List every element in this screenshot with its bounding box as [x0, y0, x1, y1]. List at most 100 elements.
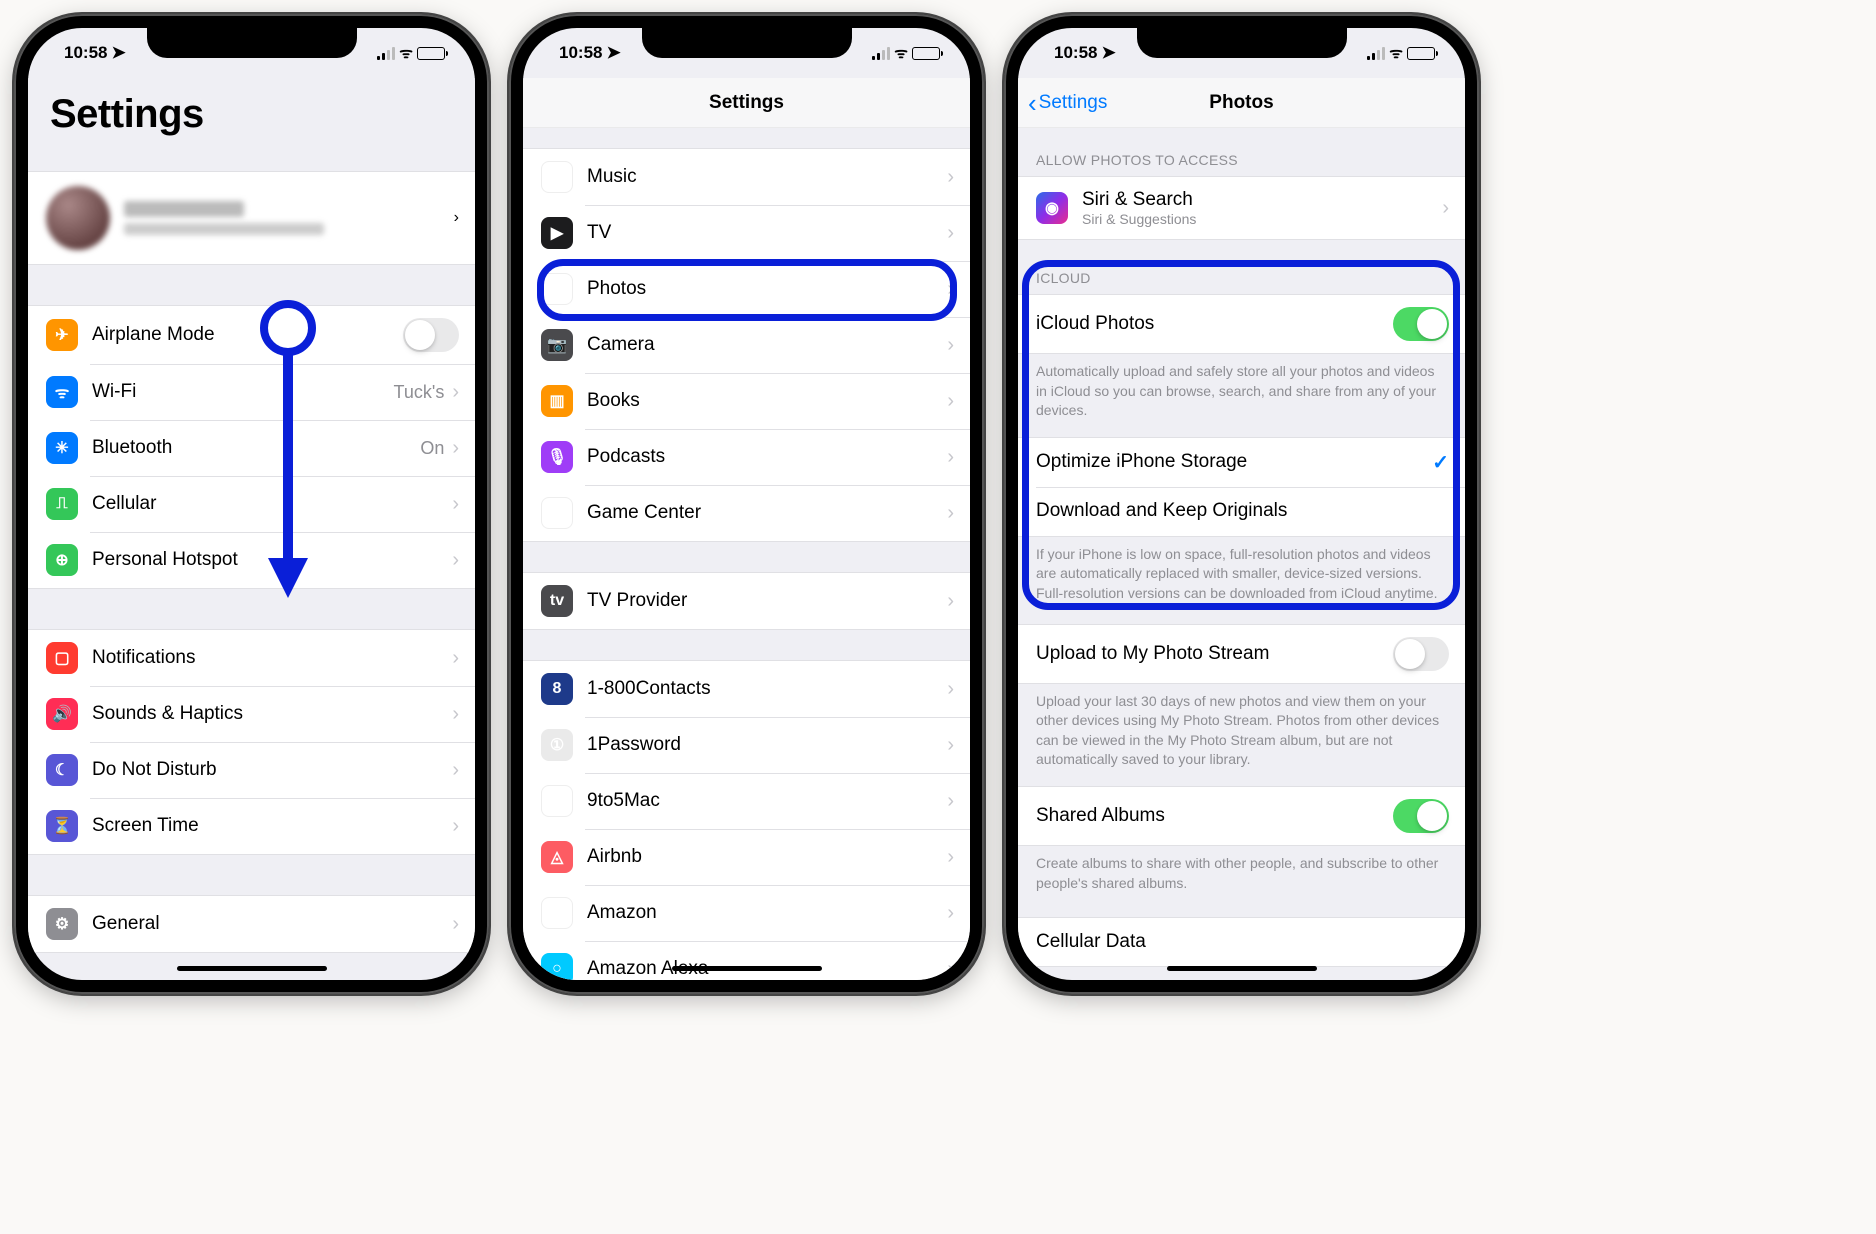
settings-row-podcasts[interactable]: 🎙Podcasts›: [523, 429, 970, 485]
music-icon: ♫: [541, 161, 573, 193]
podcasts-icon: 🎙: [541, 441, 573, 473]
shared-albums-toggle[interactable]: [1393, 799, 1449, 833]
nav-title: Photos: [1209, 92, 1273, 114]
row-label: Podcasts: [587, 446, 947, 468]
settings-row-books[interactable]: ▥Books›: [523, 373, 970, 429]
settings-row-screen-time[interactable]: ⏳Screen Time›: [28, 798, 475, 855]
chevron-right-icon: ›: [452, 815, 459, 838]
settings-row-game-center[interactable]: ◑ Game Center›: [523, 485, 970, 542]
shared-albums-cell[interactable]: Shared Albums: [1018, 786, 1465, 846]
row-label: TV Provider: [587, 590, 947, 612]
game-center-icon: ◑: [541, 497, 573, 529]
cellular-data-cell[interactable]: Cellular Data: [1018, 917, 1465, 967]
settings-row-do-not-disturb[interactable]: ☾Do Not Disturb›: [28, 742, 475, 798]
row-label: Personal Hotspot: [92, 549, 452, 571]
optimize-label: Optimize iPhone Storage: [1036, 451, 1432, 473]
screen-time-icon: ⏳: [46, 810, 78, 842]
large-title-area: Settings: [28, 78, 475, 141]
profile-name-blurred: [124, 201, 244, 217]
optimize-storage-cell[interactable]: Optimize iPhone Storage ✓: [1018, 437, 1465, 487]
siri-title: Siri & Search: [1082, 189, 1442, 211]
icloud-photos-toggle[interactable]: [1393, 307, 1449, 341]
group-header-icloud: ICLOUD: [1018, 240, 1465, 294]
storage-footer: If your iPhone is low on space, full-res…: [1018, 537, 1465, 614]
toggle[interactable]: [403, 318, 459, 352]
row-label: TV: [587, 222, 947, 244]
cellular-icon: ⎍: [46, 488, 78, 520]
general-icon: ⚙: [46, 908, 78, 940]
settings-row-photos[interactable]: ❀ Photos›: [523, 261, 970, 317]
profile-sub-blurred: [124, 223, 324, 235]
row-label: Music: [587, 166, 947, 188]
row-label: Photos: [587, 278, 947, 300]
wifi-icon: ᯤ: [399, 43, 413, 63]
settings-row-airbnb[interactable]: ◬Airbnb›: [523, 829, 970, 885]
download-originals-cell[interactable]: Download and Keep Originals: [1018, 487, 1465, 537]
chevron-right-icon: ›: [452, 437, 459, 460]
row-detail: On: [420, 438, 444, 459]
siri-search-cell[interactable]: ◉ Siri & Search Siri & Suggestions ›: [1018, 176, 1465, 240]
status-time: 10:58: [64, 43, 107, 63]
chevron-right-icon: ›: [947, 166, 954, 189]
chevron-right-icon: ›: [452, 703, 459, 726]
9to5mac-icon: ◔: [541, 785, 573, 817]
row-label: 9to5Mac: [587, 790, 947, 812]
location-icon: ➤: [606, 43, 620, 63]
home-indicator[interactable]: [672, 966, 822, 971]
icloud-photos-cell[interactable]: iCloud Photos: [1018, 294, 1465, 354]
apple-id-cell[interactable]: ›: [28, 171, 475, 265]
siri-subtitle: Siri & Suggestions: [1082, 211, 1442, 227]
settings-row-wi-fi[interactable]: ᯤWi-FiTuck's›: [28, 364, 475, 420]
chevron-right-icon: ›: [452, 493, 459, 516]
settings-row-sounds-haptics[interactable]: 🔊Sounds & Haptics›: [28, 686, 475, 742]
cellular-signal-icon: [872, 47, 890, 60]
chevron-right-icon: ›: [452, 647, 459, 670]
chevron-right-icon: ›: [947, 734, 954, 757]
location-icon: ➤: [1101, 43, 1115, 63]
notifications-icon: ▢: [46, 642, 78, 674]
row-label: Amazon: [587, 902, 947, 924]
cellular-signal-icon: [1367, 47, 1385, 60]
settings-row-amazon-alexa[interactable]: ○Amazon Alexa›: [523, 941, 970, 980]
phone-1: 10:58 ➤ ᯤ Settings › ✈Airplane ModeᯤWi-F…: [14, 14, 489, 994]
battery-icon: [912, 47, 940, 60]
settings-row-notifications[interactable]: ▢Notifications›: [28, 629, 475, 686]
chevron-right-icon: ›: [947, 334, 954, 357]
group-header-access: ALLOW PHOTOS TO ACCESS: [1018, 128, 1465, 176]
settings-row-9to5mac[interactable]: ◔9to5Mac›: [523, 773, 970, 829]
photo-stream-cell[interactable]: Upload to My Photo Stream: [1018, 624, 1465, 684]
settings-row-amazon[interactable]: amzAmazon›: [523, 885, 970, 941]
settings-row-general[interactable]: ⚙General›: [28, 895, 475, 953]
chevron-right-icon: ›: [452, 913, 459, 936]
personal-hotspot-icon: ⊕: [46, 544, 78, 576]
row-label: Do Not Disturb: [92, 759, 452, 781]
nav-title: Settings: [709, 92, 784, 114]
settings-row-tv[interactable]: ▶TV›: [523, 205, 970, 261]
chevron-right-icon: ›: [947, 222, 954, 245]
back-button[interactable]: ‹ Settings: [1028, 78, 1107, 127]
chevron-right-icon: ›: [947, 278, 954, 301]
row-label: Airbnb: [587, 846, 947, 868]
chevron-right-icon: ›: [452, 759, 459, 782]
location-icon: ➤: [111, 43, 125, 63]
photos-icon: ❀: [541, 273, 573, 305]
settings-row-airplane-mode[interactable]: ✈Airplane Mode: [28, 305, 475, 364]
tv-provider-icon: tv: [541, 585, 573, 617]
settings-row-1password[interactable]: ①1Password›: [523, 717, 970, 773]
chevron-right-icon: ›: [947, 502, 954, 525]
photo-stream-toggle[interactable]: [1393, 637, 1449, 671]
settings-row-personal-hotspot[interactable]: ⊕Personal Hotspot›: [28, 532, 475, 589]
settings-row-music[interactable]: ♫ Music›: [523, 148, 970, 205]
row-label: Game Center: [587, 502, 947, 524]
settings-row-1-800contacts[interactable]: 81-800Contacts›: [523, 660, 970, 717]
settings-row-camera[interactable]: 📷Camera›: [523, 317, 970, 373]
settings-row-cellular[interactable]: ⎍Cellular›: [28, 476, 475, 532]
settings-row-bluetooth[interactable]: ✳BluetoothOn›: [28, 420, 475, 476]
amazon-icon: amz: [541, 897, 573, 929]
home-indicator[interactable]: [1167, 966, 1317, 971]
settings-row-tv-provider[interactable]: tvTV Provider›: [523, 572, 970, 630]
home-indicator[interactable]: [177, 966, 327, 971]
books-icon: ▥: [541, 385, 573, 417]
chevron-right-icon: ›: [947, 846, 954, 869]
wifi-icon: ᯤ: [894, 43, 908, 63]
